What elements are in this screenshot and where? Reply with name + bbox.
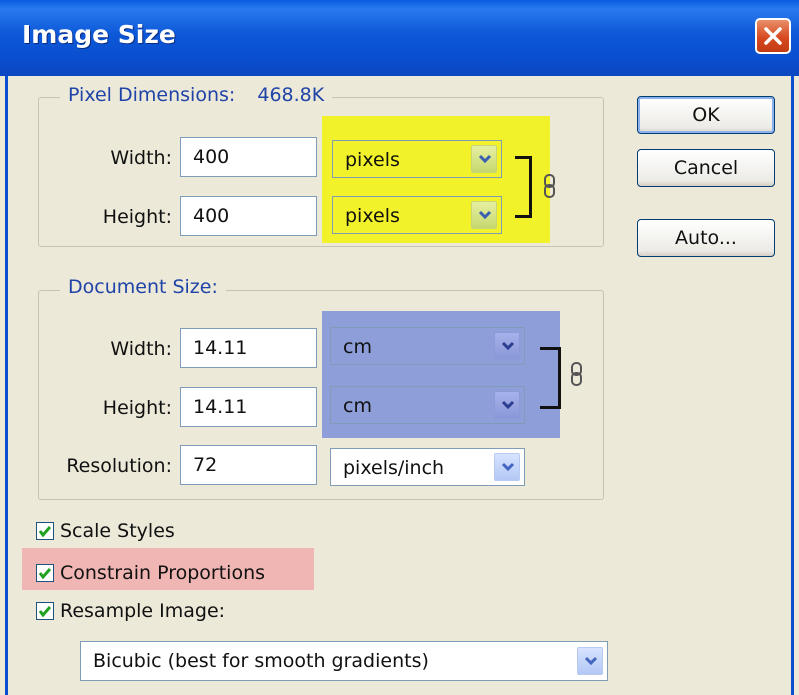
- close-icon: [764, 27, 782, 45]
- pixel-dimensions-legend: Pixel Dimensions: 468.8K: [60, 84, 333, 106]
- pixel-width-unit-dropdown[interactable]: [471, 145, 497, 173]
- chevron-down-icon: [478, 210, 492, 220]
- resample-method-select[interactable]: Bicubic (best for smooth gradients): [80, 641, 608, 681]
- window-title: Image Size: [22, 20, 176, 49]
- chevron-down-icon: [501, 400, 515, 410]
- resolution-unit-value: pixels/inch: [343, 457, 445, 479]
- constrain-proportions-option[interactable]: Constrain Proportions: [36, 560, 316, 588]
- auto-button[interactable]: Auto...: [637, 219, 775, 257]
- constrain-proportions-label: Constrain Proportions: [60, 562, 266, 584]
- pixel-height-unit-select[interactable]: pixels: [332, 196, 502, 234]
- pixel-dimensions-label: Pixel Dimensions:: [68, 84, 236, 106]
- link-icon: [544, 174, 555, 198]
- scale-styles-checkbox[interactable]: [36, 522, 54, 540]
- image-size-dialog: Image Size Pixel Dimensions: 468.8K Widt…: [0, 0, 799, 695]
- document-size-legend: Document Size:: [60, 276, 226, 298]
- chevron-down-icon: [478, 154, 492, 164]
- doc-height-unit-dropdown[interactable]: [494, 391, 520, 419]
- constrain-proportions-checkbox[interactable]: [36, 564, 54, 582]
- doc-width-unit-dropdown[interactable]: [494, 332, 520, 360]
- resample-image-option[interactable]: Resample Image:: [36, 598, 336, 626]
- scale-styles-label: Scale Styles: [60, 520, 175, 542]
- pixel-width-unit-select[interactable]: pixels: [332, 140, 502, 178]
- ok-button[interactable]: OK: [637, 96, 775, 134]
- pixel-dimensions-size: 468.8K: [257, 84, 325, 106]
- checkmark-icon: [38, 606, 52, 618]
- resolution-label: Resolution:: [66, 455, 172, 477]
- chevron-down-icon: [501, 462, 515, 472]
- checkmark-icon: [38, 526, 52, 538]
- doc-height-input[interactable]: 14.11: [180, 387, 317, 427]
- resample-image-label: Resample Image:: [60, 600, 226, 622]
- doc-width-unit-value: cm: [343, 336, 372, 358]
- resolution-input[interactable]: 72: [180, 445, 317, 485]
- doc-height-unit-select[interactable]: cm: [330, 386, 525, 424]
- pixel-width-unit-value: pixels: [345, 149, 400, 171]
- checkmark-icon: [38, 568, 52, 580]
- resample-image-checkbox[interactable]: [36, 602, 54, 620]
- cancel-button[interactable]: Cancel: [637, 149, 775, 187]
- doc-width-unit-select[interactable]: cm: [330, 327, 525, 365]
- doc-height-unit-value: cm: [343, 395, 372, 417]
- doc-width-input[interactable]: 14.11: [180, 328, 317, 368]
- doc-width-label: Width:: [110, 338, 172, 360]
- pixel-width-label: Width:: [110, 147, 172, 169]
- document-link-bracket: [540, 347, 561, 409]
- link-icon: [571, 362, 582, 386]
- resolution-unit-select[interactable]: pixels/inch: [330, 448, 525, 486]
- resolution-unit-dropdown[interactable]: [494, 453, 520, 481]
- pixel-height-input[interactable]: 400: [180, 196, 317, 236]
- pixel-height-label: Height:: [102, 206, 172, 228]
- chevron-down-icon: [501, 341, 515, 351]
- pixel-height-unit-dropdown[interactable]: [471, 201, 497, 229]
- title-bar: Image Size: [0, 0, 799, 76]
- resample-method-value: Bicubic (best for smooth gradients): [93, 650, 429, 672]
- scale-styles-option[interactable]: Scale Styles: [36, 518, 336, 546]
- doc-height-label: Height:: [102, 397, 172, 419]
- pixel-height-unit-value: pixels: [345, 205, 400, 227]
- close-button[interactable]: [755, 18, 791, 54]
- pixel-width-input[interactable]: 400: [180, 137, 317, 177]
- chevron-down-icon: [584, 656, 598, 666]
- pixel-link-bracket: [515, 156, 532, 218]
- resample-method-dropdown[interactable]: [577, 647, 603, 675]
